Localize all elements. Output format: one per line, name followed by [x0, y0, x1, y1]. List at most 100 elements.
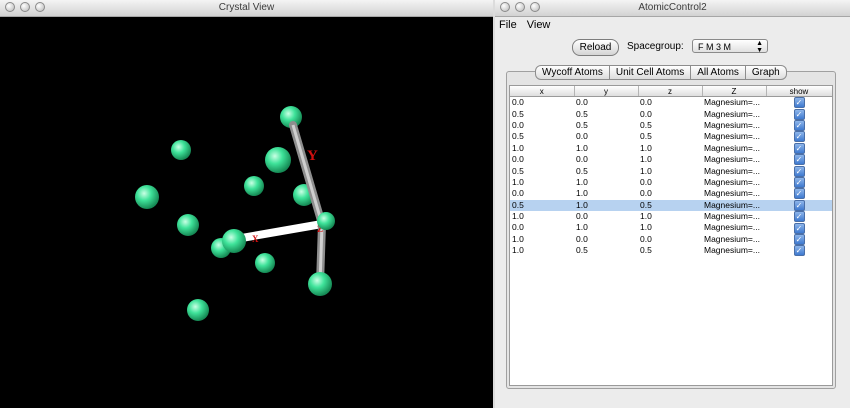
show-checkbox[interactable]: ✓	[793, 165, 805, 177]
cell-x[interactable]: 1.0	[510, 211, 574, 222]
cell-z[interactable]: 0.0	[638, 188, 702, 199]
table-row[interactable]: 0.5 1.0 0.5 Magnesium=... ✓	[510, 199, 832, 211]
cell-z[interactable]: 0.0	[638, 177, 702, 188]
show-checkbox[interactable]: ✓	[793, 211, 805, 223]
tab-all-atoms[interactable]: All Atoms	[691, 65, 746, 80]
table-row[interactable]: 1.0 1.0 0.0 Magnesium=... ✓	[510, 177, 832, 189]
cell-z[interactable]: 1.0	[638, 143, 702, 154]
table-row[interactable]: 0.5 0.5 0.0 Magnesium=... ✓	[510, 108, 832, 120]
cell-element[interactable]: Magnesium=...	[702, 188, 766, 199]
cell-element[interactable]: Magnesium=...	[702, 97, 766, 109]
close-window-button[interactable]	[500, 2, 510, 12]
cell-x[interactable]: 0.0	[510, 222, 574, 233]
column-header-x[interactable]: x	[510, 86, 575, 97]
tab-unit-cell-atoms[interactable]: Unit Cell Atoms	[609, 65, 692, 80]
table-row[interactable]: 1.0 0.0 1.0 Magnesium=... ✓	[510, 211, 832, 223]
cell-element[interactable]: Magnesium=...	[702, 154, 766, 165]
cell-x[interactable]: 1.0	[510, 177, 574, 188]
zoom-window-button[interactable]	[35, 2, 45, 12]
cell-y[interactable]: 0.0	[574, 234, 638, 245]
cell-element[interactable]: Magnesium=...	[702, 245, 766, 256]
column-header-element[interactable]: Z	[702, 86, 767, 97]
cell-x[interactable]: 0.0	[510, 120, 574, 131]
cell-x[interactable]: 0.5	[510, 199, 574, 211]
tab-wycoff-atoms[interactable]: Wycoff Atoms	[535, 65, 610, 80]
cell-z[interactable]: 0.0	[638, 108, 702, 119]
cell-x[interactable]: 1.0	[510, 234, 574, 245]
cell-element[interactable]: Magnesium=...	[702, 120, 766, 131]
cell-element[interactable]: Magnesium=...	[702, 143, 766, 154]
cell-x[interactable]: 0.5	[510, 131, 574, 142]
cell-y[interactable]: 1.0	[574, 199, 638, 211]
cell-y[interactable]: 1.0	[574, 222, 638, 233]
close-window-button[interactable]	[5, 2, 15, 12]
show-checkbox[interactable]: ✓	[793, 108, 805, 120]
cell-z[interactable]: 0.5	[638, 245, 702, 256]
cell-x[interactable]: 0.0	[510, 188, 574, 199]
cell-y[interactable]: 0.5	[574, 245, 638, 256]
column-header-show[interactable]: show	[766, 86, 832, 97]
table-row[interactable]: 1.0 0.5 0.5 Magnesium=... ✓	[510, 245, 832, 257]
show-checkbox[interactable]: ✓	[793, 97, 805, 109]
column-header-y[interactable]: y	[574, 86, 639, 97]
show-checkbox[interactable]: ✓	[793, 234, 805, 245]
cell-element[interactable]: Magnesium=...	[702, 234, 766, 245]
cell-z[interactable]: 0.5	[638, 199, 702, 211]
cell-z[interactable]: 1.0	[638, 165, 702, 176]
cell-element[interactable]: Magnesium=...	[702, 165, 766, 176]
table-row[interactable]: 0.0 0.0 0.0 Magnesium=... ✓	[510, 97, 832, 109]
menu-file[interactable]: File	[499, 17, 517, 33]
table-row[interactable]: 0.5 0.5 1.0 Magnesium=... ✓	[510, 165, 832, 177]
table-row[interactable]: 0.0 1.0 0.0 Magnesium=... ✓	[510, 188, 832, 200]
show-checkbox[interactable]: ✓	[793, 131, 805, 143]
cell-element[interactable]: Magnesium=...	[702, 177, 766, 188]
cell-y[interactable]: 1.0	[574, 188, 638, 199]
cell-element[interactable]: Magnesium=...	[702, 199, 766, 211]
show-checkbox[interactable]: ✓	[793, 245, 805, 257]
menu-view[interactable]: View	[527, 17, 551, 33]
cell-y[interactable]: 0.5	[574, 108, 638, 119]
cell-x[interactable]: 0.5	[510, 165, 574, 176]
cell-z[interactable]: 1.0	[638, 222, 702, 233]
show-checkbox[interactable]: ✓	[793, 199, 805, 211]
minimize-window-button[interactable]	[20, 2, 30, 12]
cell-z[interactable]: 1.0	[638, 154, 702, 165]
cell-y[interactable]: 0.0	[574, 211, 638, 222]
cell-y[interactable]: 0.0	[574, 97, 638, 109]
table-row[interactable]: 0.0 1.0 1.0 Magnesium=... ✓	[510, 222, 832, 234]
show-checkbox[interactable]: ✓	[793, 188, 805, 200]
cell-element[interactable]: Magnesium=...	[702, 222, 766, 233]
cell-x[interactable]: 0.0	[510, 154, 574, 165]
cell-y[interactable]: 0.0	[574, 131, 638, 142]
spacegroup-select[interactable]: F M 3 M ▲ ▼	[692, 39, 768, 54]
cell-z[interactable]: 0.0	[638, 234, 702, 245]
reload-button[interactable]: Reload	[572, 39, 619, 56]
cell-y[interactable]: 0.5	[574, 120, 638, 131]
tab-graph[interactable]: Graph	[745, 65, 787, 80]
table-row[interactable]: 1.0 0.0 0.0 Magnesium=... ✓	[510, 234, 832, 245]
show-checkbox[interactable]: ✓	[793, 142, 805, 154]
cell-element[interactable]: Magnesium=...	[702, 108, 766, 119]
column-header-z[interactable]: z	[638, 86, 703, 97]
table-row[interactable]: 0.5 0.0 0.5 Magnesium=... ✓	[510, 131, 832, 143]
cell-x[interactable]: 0.0	[510, 97, 574, 109]
cell-z[interactable]: 1.0	[638, 211, 702, 222]
cell-element[interactable]: Magnesium=...	[702, 131, 766, 142]
cell-x[interactable]: 0.5	[510, 108, 574, 119]
table-row[interactable]: 0.0 0.5 0.5 Magnesium=... ✓	[510, 120, 832, 132]
cell-y[interactable]: 0.0	[574, 154, 638, 165]
table-row[interactable]: 1.0 1.0 1.0 Magnesium=... ✓	[510, 143, 832, 154]
cell-z[interactable]: 0.5	[638, 131, 702, 142]
minimize-window-button[interactable]	[515, 2, 525, 12]
show-checkbox[interactable]: ✓	[793, 222, 805, 234]
cell-y[interactable]: 0.5	[574, 165, 638, 176]
cell-y[interactable]: 1.0	[574, 177, 638, 188]
table-row[interactable]: 0.0 0.0 1.0 Magnesium=... ✓	[510, 154, 832, 166]
cell-x[interactable]: 1.0	[510, 143, 574, 154]
crystal-3d-canvas[interactable]: Y X Z	[0, 17, 493, 408]
cell-z[interactable]: 0.0	[638, 97, 702, 109]
cell-element[interactable]: Magnesium=...	[702, 211, 766, 222]
cell-z[interactable]: 0.5	[638, 120, 702, 131]
show-checkbox[interactable]: ✓	[793, 120, 805, 132]
cell-x[interactable]: 1.0	[510, 245, 574, 256]
